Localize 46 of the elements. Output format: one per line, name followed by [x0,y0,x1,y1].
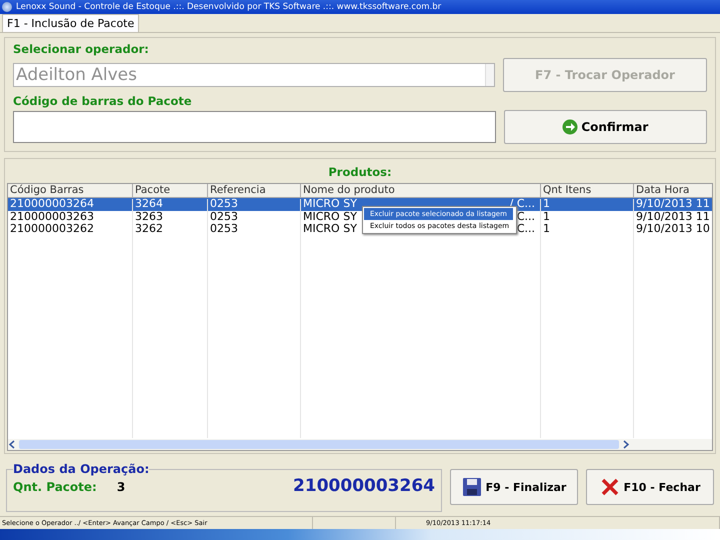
horizontal-scrollbar[interactable] [8,439,712,450]
table-cell[interactable]: 0253 [208,210,301,223]
table-cell[interactable]: 1 [541,198,634,210]
finish-button[interactable]: F9 - Finalizar [450,469,578,505]
table-cell[interactable]: 3262 [133,223,208,236]
table-cell[interactable]: 210000003264 [8,198,133,210]
group-title: Dados da Operação: [13,462,150,476]
close-icon [600,477,620,497]
field-label: Qnt. Pacote: [13,480,97,494]
table-cell: MICRO SY [303,223,357,236]
last-barcode: 210000003264 [293,476,435,496]
table-cell: C... [516,210,535,223]
scrollbar-thumb[interactable] [19,440,619,449]
column-header[interactable]: Referencia [208,184,301,198]
table-cell[interactable]: 0253 [208,223,301,236]
table-cell[interactable]: 9/10/2013 11 [634,210,712,223]
column-header[interactable]: Data Hora [634,184,712,198]
table-cell[interactable]: 3264 [133,198,208,210]
confirm-button[interactable]: Confirmar [504,110,707,144]
table-cell[interactable]: 1 [541,210,634,223]
app-icon [2,2,12,12]
column-header[interactable]: Qnt Itens [541,184,634,198]
table-cell[interactable]: 0253 [208,198,301,210]
barcode-input-field[interactable] [13,111,496,143]
scroll-left-icon[interactable] [8,440,17,449]
table-cell[interactable]: 210000003263 [8,210,133,223]
tab[interactable]: F1 - Inclusão de Pacote [2,14,140,32]
table-cell: MICRO SY [303,198,357,210]
arrow-circle-icon [562,119,578,135]
table-cell: MICRO SY [303,210,357,223]
table-cell[interactable]: 1 [541,223,634,236]
column-header[interactable]: Código Barras [8,184,133,198]
field-label: Selecionar operador: [13,42,150,56]
table-cell[interactable]: 3263 [133,210,208,223]
close-button[interactable]: F10 - Fechar [586,469,714,505]
column-header[interactable]: Pacote [133,184,208,198]
column-header[interactable]: Nome do produto [301,184,541,198]
panel-title: Produtos: [327,164,393,181]
package-count: 3 [116,480,126,494]
field-label: Código de barras do Pacote [13,94,193,108]
table-cell: C... [516,223,535,236]
table-cell[interactable]: 9/10/2013 10 [634,223,712,236]
table-cell[interactable]: 9/10/2013 11 [634,198,712,210]
window-title: Lenoxx Sound - Controle de Estoque .::. Desenvolvido por TKS Software .::. www.tkssoftware.com.br [16,2,442,12]
scroll-right-icon[interactable] [621,440,630,449]
table-cell[interactable]: 210000003262 [8,223,133,236]
